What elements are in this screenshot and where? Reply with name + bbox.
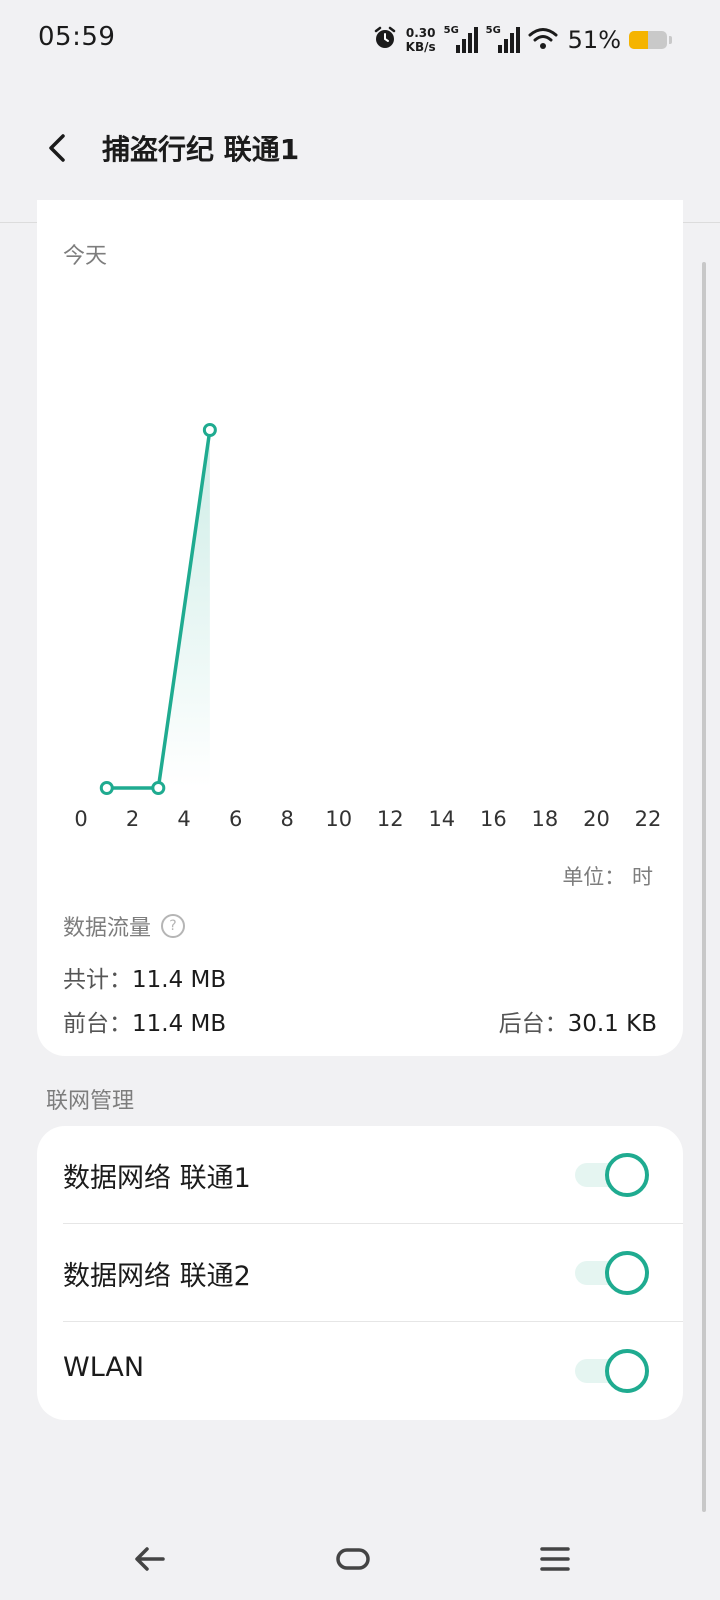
toggle-knob (605, 1251, 649, 1295)
x-tick-label: 6 (229, 807, 242, 831)
x-tick-label: 10 (325, 807, 352, 831)
data-flow-title-text: 数据流量 (63, 916, 152, 941)
wlan-toggle[interactable] (575, 1349, 649, 1393)
nav-menu-icon (540, 1547, 570, 1571)
net-speed: 0.30 KB/s (406, 26, 436, 54)
chart-point (99, 781, 114, 795)
nav-back-button[interactable] (120, 1534, 180, 1584)
status-icons: 0.30 KB/s 5G 5G 51% (372, 22, 672, 58)
nav-home-icon (336, 1548, 370, 1570)
status-time: 05:59 (38, 22, 116, 52)
battery-tip (669, 36, 672, 44)
battery-icon (629, 31, 667, 49)
net-speed-unit: KB/s (405, 40, 436, 54)
total-usage-label: 共计： (63, 967, 132, 993)
toggle-knob (605, 1349, 649, 1393)
x-tick-label: 18 (532, 807, 559, 831)
net-speed-value: 0.30 (405, 26, 436, 40)
nav-back-icon (135, 1547, 165, 1571)
sim2-network-label: 5G (485, 25, 501, 36)
x-tick-label: 8 (280, 807, 293, 831)
nav-menu-button[interactable] (525, 1534, 585, 1584)
network-section-label: 联网管理 (46, 1089, 135, 1114)
wifi-icon (528, 26, 558, 54)
x-tick-label: 4 (177, 807, 190, 831)
page-title: 捕盗行纪 联通1 (102, 133, 300, 166)
chart-unit-label: 单位： 时 (562, 865, 653, 889)
background-usage-value: 30.1 KB (567, 1011, 657, 1037)
mobile-data-1-toggle[interactable] (575, 1153, 649, 1197)
mobile-data-2-toggle[interactable] (575, 1251, 649, 1295)
total-usage-value: 11.4 MB (132, 967, 227, 993)
network-card: 数据网络 联通1 数据网络 联通2 WLAN (37, 1126, 683, 1420)
foreground-usage-value: 11.4 MB (132, 1011, 227, 1037)
total-usage: 共计：11.4 MB (63, 960, 226, 994)
toggle-knob (605, 1153, 649, 1197)
network-row-label: 数据网络 联通1 (63, 1163, 251, 1194)
alarm-icon (372, 25, 398, 55)
x-tick-label: 20 (583, 807, 610, 831)
chart-point (202, 423, 217, 437)
x-tick-label: 16 (480, 807, 507, 831)
chart-area-fill (106, 430, 210, 788)
x-tick-label: 14 (428, 807, 455, 831)
navigation-bar (0, 1520, 720, 1600)
scrollbar[interactable] (702, 262, 706, 1512)
signal-icon: 5G (486, 25, 520, 55)
signal-icon: 5G (444, 25, 478, 55)
usage-card: 今天 0 2 4 6 8 10 12 14 16 18 20 22 单位： 时 数据流量 ? 共计：1… (37, 200, 683, 1056)
x-tick-label: 12 (377, 807, 404, 831)
chart-point (151, 781, 166, 795)
back-button[interactable] (36, 126, 80, 170)
foreground-usage-label: 前台： (63, 1011, 132, 1037)
battery-percent: 51% (567, 26, 621, 54)
foreground-usage: 前台：11.4 MB (63, 1004, 226, 1038)
network-row-mobile-1[interactable]: 数据网络 联通1 (37, 1126, 683, 1224)
nav-home-button[interactable] (323, 1534, 383, 1584)
background-usage-label: 后台： (498, 1011, 568, 1037)
sim1-network-label: 5G (443, 25, 459, 36)
battery-fill (629, 31, 649, 49)
network-row-mobile-2[interactable]: 数据网络 联通2 (37, 1224, 683, 1322)
status-bar: 05:59 0.30 KB/s 5G 5G 51% (0, 0, 720, 80)
network-row-label: 数据网络 联通2 (63, 1261, 251, 1292)
help-icon[interactable]: ? (161, 914, 186, 938)
network-row-label: WLAN (63, 1352, 145, 1383)
back-arrow-icon (49, 134, 65, 162)
data-flow-title: 数据流量 ? (63, 910, 186, 942)
usage-chart: 0 2 4 6 8 10 12 14 16 18 20 22 (74, 423, 662, 831)
network-row-wlan[interactable]: WLAN (37, 1322, 683, 1420)
x-tick-label: 2 (126, 807, 139, 831)
x-tick-label: 22 (635, 807, 662, 831)
background-usage: 后台：30.1 KB (499, 1004, 657, 1038)
x-tick-label: 0 (74, 807, 87, 831)
